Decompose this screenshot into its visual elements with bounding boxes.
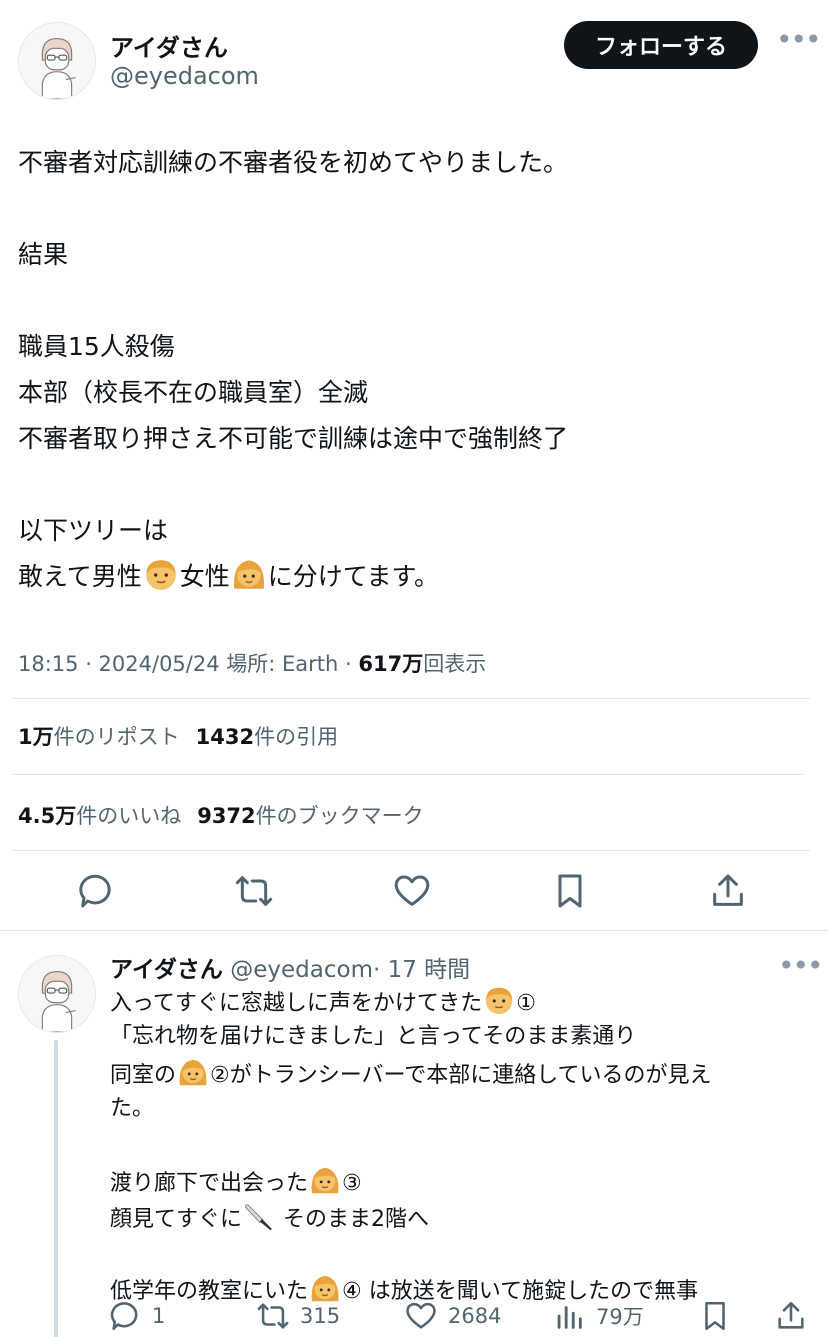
- reply-time[interactable]: · 17 時間: [373, 957, 470, 983]
- tweet-line: 敢えて男性 女性 に分けてます。: [18, 554, 808, 600]
- reply-line: [110, 1127, 810, 1163]
- reply-author-name[interactable]: アイダさん: [110, 957, 223, 983]
- divider: [12, 850, 810, 851]
- reply-share-button[interactable]: [774, 1296, 818, 1336]
- reply-icon[interactable]: [76, 871, 116, 911]
- reply-text: 入ってすぐに窓越しに声をかけてきた ① 「忘れ物を届けにきました」と言ってそのまま…: [110, 983, 810, 1307]
- like-count: 2684: [448, 1304, 502, 1328]
- man-emoji-icon: [486, 987, 513, 1015]
- tweet-text: 不審者対応訓練の不審者役を初めてやりました。 結果 職員15人殺傷 本部（校長不…: [18, 140, 808, 600]
- repost-icon: [257, 1303, 289, 1329]
- reply-line: 入ってすぐに窓越しに声をかけてきた ①: [110, 983, 810, 1019]
- tweet-line: 以下ツリーは: [18, 516, 169, 545]
- reply-line: 「忘れ物を届けにきました」と言ってそのまま素通り: [110, 1024, 637, 1049]
- tweet-line: 本部（校長不在の職員室）全滅: [18, 378, 369, 407]
- like-icon: [406, 1302, 436, 1329]
- tweet-line: [18, 278, 808, 324]
- views-count: 617万: [358, 652, 424, 676]
- reply-author-avatar[interactable]: [18, 955, 96, 1033]
- knife-emoji-icon: [245, 1204, 272, 1231]
- reply-line: た。: [110, 1096, 155, 1121]
- quotes-count[interactable]: 1432: [196, 725, 254, 749]
- reply-line-part: 渡り廊下で出会った: [110, 1171, 309, 1196]
- repost-icon[interactable]: [234, 871, 274, 911]
- reply-line-part: 入ってすぐに窓越しに声をかけてきた: [110, 991, 483, 1016]
- tweet-line: [18, 462, 808, 508]
- reply-author-handle[interactable]: @eyedacom: [230, 957, 373, 983]
- woman-emoji-icon: [311, 1167, 339, 1194]
- woman-emoji-icon: [233, 560, 264, 589]
- reposts-count[interactable]: 1万: [18, 725, 54, 749]
- man-emoji-icon: [145, 560, 176, 590]
- reply-line-part: ④ は放送を聞いて施錠したので無事: [342, 1279, 699, 1304]
- reply-icon: [110, 1302, 138, 1331]
- thread-line: [54, 1040, 58, 1337]
- more-options-icon[interactable]: •••: [776, 26, 822, 54]
- author-avatar[interactable]: [18, 22, 96, 100]
- tweet-line: [18, 186, 808, 232]
- likes-count[interactable]: 4.5万: [18, 804, 76, 828]
- author-name[interactable]: アイダさん: [110, 28, 228, 63]
- like-stats: 4.5万件のいいね 9372件のブックマーク: [18, 800, 424, 830]
- author-handle[interactable]: @eyedacom: [110, 62, 259, 90]
- likes-label[interactable]: 件のいいね: [76, 804, 181, 828]
- reply-count: 1: [152, 1304, 166, 1328]
- reply-bookmark-button[interactable]: [698, 1296, 742, 1336]
- bookmarks-count[interactable]: 9372: [197, 804, 255, 828]
- views-count: 79万: [596, 1305, 644, 1329]
- reply-line-part: ③: [342, 1171, 362, 1196]
- reply-line-part: 同室の: [110, 1063, 177, 1088]
- tweet-location: 場所: Earth: [226, 652, 339, 676]
- divider: [12, 774, 804, 775]
- views-chart-icon: [557, 1306, 582, 1329]
- tweet-line-part: 敢えて男性: [18, 562, 142, 591]
- follow-button[interactable]: フォローする: [564, 21, 758, 69]
- tweet-line-part: に分けてます。: [267, 562, 440, 591]
- reply-reply-button[interactable]: 1: [108, 1296, 165, 1336]
- tweet-line-part: 女性: [179, 562, 230, 591]
- bookmarks-label[interactable]: 件のブックマーク: [256, 804, 424, 828]
- quotes-label[interactable]: 件の引用: [254, 725, 338, 749]
- bookmark-icon: [705, 1301, 725, 1331]
- repost-count: 315: [300, 1304, 341, 1328]
- tweet-line: 職員15人殺傷: [18, 332, 175, 361]
- tweet-time[interactable]: 18:15 · 2024/05/24: [18, 652, 220, 676]
- reply-header: アイダさん @eyedacom· 17 時間: [110, 950, 470, 984]
- reply-like-button[interactable]: 2684: [404, 1296, 501, 1336]
- tweet-line: 不審者対応訓練の不審者役を初めてやりました。: [18, 148, 569, 177]
- reply-line: 渡り廊下で出会った ③: [110, 1163, 810, 1199]
- bookmark-icon[interactable]: [550, 871, 590, 911]
- like-icon[interactable]: [392, 871, 432, 911]
- reply-line: [110, 1235, 810, 1271]
- reply-line-part: そのまま2階へ: [276, 1207, 430, 1232]
- reply-line-part: 顔見てすぐに: [110, 1207, 243, 1232]
- woman-emoji-icon: [179, 1059, 207, 1086]
- tweet-meta: 18:15 · 2024/05/24 場所: Earth · 617万回表示: [18, 652, 487, 676]
- tweet-line: 不審者取り押さえ不可能で訓練は途中で強制終了: [18, 424, 569, 453]
- divider: [0, 930, 828, 931]
- reply-repost-button[interactable]: 315: [256, 1296, 340, 1336]
- tweet-line: 結果: [18, 240, 69, 269]
- share-icon[interactable]: [708, 871, 748, 911]
- reposts-label[interactable]: 件のリポスト: [54, 725, 180, 749]
- divider: [12, 698, 810, 699]
- reply-line: 顔見てすぐに そのまま2階へ: [110, 1199, 810, 1235]
- reply-views-button[interactable]: 79万: [552, 1296, 644, 1336]
- repost-stats: 1万件のリポスト 1432件の引用: [18, 721, 338, 751]
- reply-line: 同室の ②がトランシーバーで本部に連絡しているのが見え: [110, 1055, 810, 1091]
- reply-line-part: ②がトランシーバーで本部に連絡しているのが見え: [210, 1063, 712, 1088]
- reply-more-options-icon[interactable]: •••: [778, 952, 824, 980]
- views-label: 回表示: [423, 652, 487, 676]
- reply-line-part: ①: [516, 991, 536, 1016]
- tweet-header: アイダさん @eyedacom フォローする •••: [0, 0, 828, 120]
- share-icon: [778, 1301, 804, 1329]
